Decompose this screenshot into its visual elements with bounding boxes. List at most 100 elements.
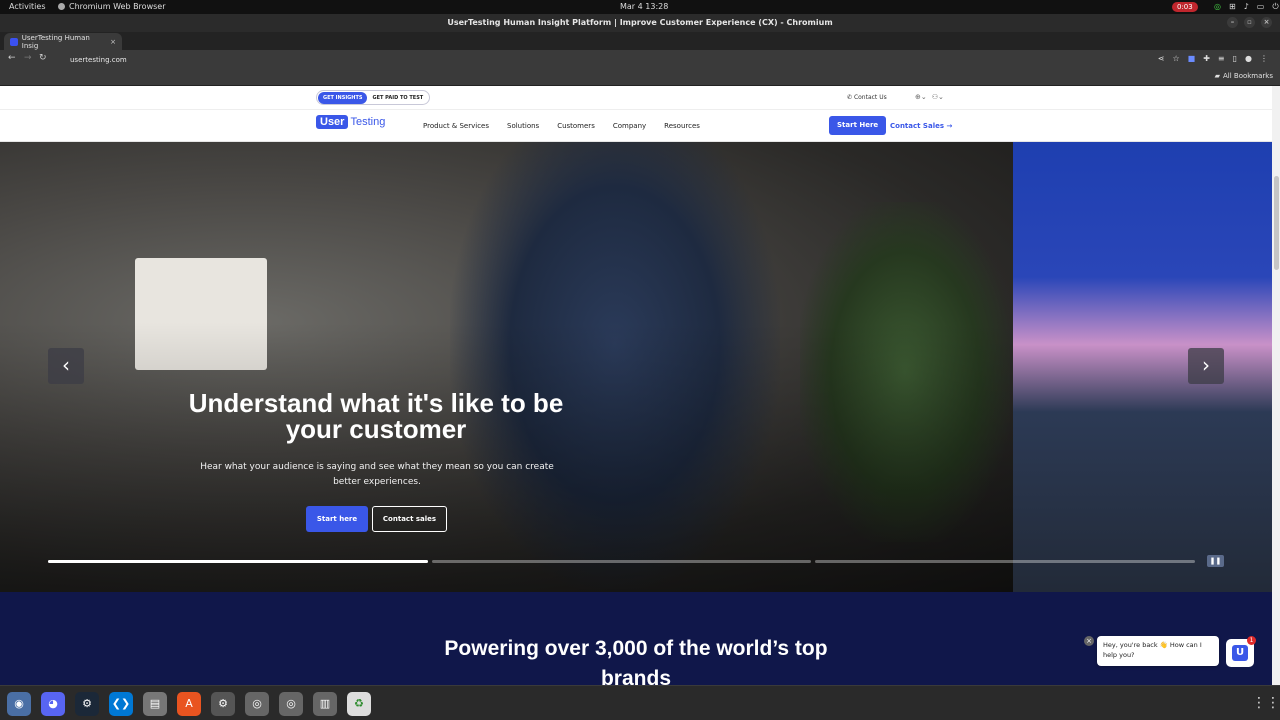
disk2-icon[interactable]: ◎ <box>279 692 303 716</box>
trash-icon[interactable]: ♻ <box>347 692 371 716</box>
os-top-bar: Activities Chromium Web Browser Mar 4 13… <box>0 0 1280 14</box>
chat-launcher[interactable]: U 1 <box>1226 636 1256 667</box>
chat-badge: 1 <box>1247 636 1256 645</box>
tab-label: UserTesting Human Insig <box>21 33 90 50</box>
app-menu[interactable]: Chromium Web Browser <box>58 2 166 11</box>
extension-icon[interactable]: ■ <box>1188 54 1196 63</box>
puzzle-icon[interactable]: ✚ <box>1203 54 1210 63</box>
address-bar[interactable]: usertesting.com <box>58 53 1158 67</box>
vscode-icon[interactable]: ❮❯ <box>109 692 133 716</box>
disk-icon[interactable]: ◎ <box>245 692 269 716</box>
chromium-dock-icon[interactable]: ◉ <box>7 692 31 716</box>
slide-progress-fill <box>48 560 428 563</box>
battery-icon: ▭ <box>1256 2 1265 11</box>
close-window-button[interactable]: × <box>1261 17 1272 28</box>
all-bookmarks-label: All Bookmarks <box>1222 72 1273 80</box>
profile-icon[interactable]: ● <box>1245 54 1252 63</box>
recording-indicator[interactable]: 0:03 <box>1172 2 1198 12</box>
contact-us-link[interactable]: ✆ Contact Us <box>847 94 887 101</box>
pause-button[interactable]: ❚❚ <box>1207 555 1224 567</box>
slide-progress-1[interactable] <box>48 560 428 563</box>
usertesting-logo[interactable]: User Testing <box>316 115 385 129</box>
page-viewport: GET INSIGHTS GET PAID TO TEST ✆ Contact … <box>0 86 1272 685</box>
bookmark-star-icon[interactable]: ☆ <box>1172 54 1179 63</box>
start-here-button[interactable]: Start Here <box>829 116 887 135</box>
language-selector[interactable]: ⊕⌄ ⚇⌄ <box>915 93 944 101</box>
logo-user: User <box>316 115 349 129</box>
maximize-button[interactable]: ▫ <box>1244 17 1255 28</box>
back-icon[interactable]: ← <box>8 53 16 63</box>
activities-button[interactable]: Activities <box>9 2 46 11</box>
account-icon[interactable]: ⚇⌄ <box>932 93 944 101</box>
prev-slide-button[interactable]: ‹ <box>48 348 84 384</box>
next-slide-preview <box>1013 142 1272 592</box>
nav-company[interactable]: Company <box>613 122 646 130</box>
chat-logo-icon: U <box>1232 645 1248 661</box>
nav-resources[interactable]: Resources <box>664 122 700 130</box>
get-insights-toggle[interactable]: GET INSIGHTS <box>318 91 368 104</box>
nav-menu: Product & Services Solutions Customers C… <box>423 122 700 130</box>
share-icon[interactable]: ⋖ <box>1158 54 1165 63</box>
utility-bar: GET INSIGHTS GET PAID TO TEST ✆ Contact … <box>0 86 1272 110</box>
hero-start-button[interactable]: Start here <box>306 506 368 532</box>
discord-icon[interactable]: ◕ <box>41 692 65 716</box>
get-paid-toggle[interactable]: GET PAID TO TEST <box>367 92 428 104</box>
accessibility-icon: ◎ <box>1214 2 1221 11</box>
side-panel-icon[interactable]: ▯ <box>1233 54 1237 63</box>
minimize-button[interactable]: – <box>1227 17 1238 28</box>
app-center-icon[interactable]: A <box>177 692 201 716</box>
chevron-right-icon: › <box>1202 353 1210 377</box>
nav-product-services[interactable]: Product & Services <box>423 122 489 130</box>
network-icon: ⊞ <box>1228 2 1236 11</box>
page-scrollbar[interactable] <box>1272 86 1280 685</box>
tab-bar: UserTesting Human Insig × + ⌄ <box>0 32 1280 78</box>
files-icon[interactable]: ▤ <box>143 692 167 716</box>
steam-icon[interactable]: ⚙ <box>75 692 99 716</box>
bookmarks-bar: ▰ All Bookmarks <box>0 70 1280 86</box>
hero-headline: Understand what it's like to be your cus… <box>188 388 564 444</box>
chat-dismiss-button[interactable]: × <box>1084 636 1094 646</box>
forward-icon[interactable]: → <box>24 53 32 63</box>
contact-sales-link[interactable]: Contact Sales → <box>890 122 952 130</box>
nav-solutions[interactable]: Solutions <box>507 122 539 130</box>
pause-icon: ❚❚ <box>1209 557 1222 565</box>
window-title: UserTesting Human Insight Platform | Imp… <box>447 18 833 27</box>
all-bookmarks[interactable]: ▰ All Bookmarks <box>1215 72 1273 80</box>
chevron-left-icon: ‹ <box>62 353 70 377</box>
power-icon: ⏻ <box>1272 2 1279 11</box>
main-nav: User Testing Product & Services Solution… <box>0 110 1272 142</box>
show-apps-icon[interactable]: ⋮⋮⋮ <box>1252 695 1280 711</box>
hero-subtext: Hear what your audience is saying and se… <box>200 462 554 487</box>
reload-icon[interactable]: ↻ <box>39 53 47 63</box>
hero-contact-button[interactable]: Contact sales <box>372 506 447 532</box>
globe-icon: ⊕⌄ <box>915 93 927 101</box>
scrollbar-thumb[interactable] <box>1274 176 1279 270</box>
volume-icon: ♪ <box>1243 2 1249 11</box>
chat-message[interactable]: Hey, you're back 👋 How can I help you? <box>1097 636 1219 666</box>
slide-progress-2[interactable] <box>432 560 811 563</box>
toolbar: ← → ↻ usertesting.com ⋖ ☆ ■ ✚ ≡ ▯ ● ⋮ <box>0 50 1280 70</box>
ssd-icon[interactable]: ▥ <box>313 692 337 716</box>
logo-testing: Testing <box>350 116 386 128</box>
clock[interactable]: Mar 4 13:28 <box>620 2 668 11</box>
contact-us-label: Contact Us <box>853 94 887 101</box>
next-slide-button[interactable]: › <box>1188 348 1224 384</box>
app-name: Chromium Web Browser <box>69 2 166 11</box>
audience-toggle[interactable]: GET INSIGHTS GET PAID TO TEST <box>316 90 431 105</box>
close-tab-icon[interactable]: × <box>110 38 116 46</box>
hero-overlay <box>0 142 1013 592</box>
slide-progress-3[interactable] <box>815 560 1195 563</box>
menu-icon[interactable]: ⋮ <box>1260 54 1268 63</box>
favicon-icon <box>10 37 18 46</box>
nav-customers[interactable]: Customers <box>557 122 595 130</box>
brands-heading: Powering over 3,000 of the world’s top b… <box>444 637 828 685</box>
brands-section: Powering over 3,000 of the world’s top b… <box>0 592 1272 685</box>
system-tray[interactable]: ◎ ⊞ ♪ ▭ ⏻ <box>1214 2 1279 12</box>
tab-usertesting[interactable]: UserTesting Human Insig × <box>4 33 122 50</box>
taskbar: ◉ ◕ ⚙ ❮❯ ▤ A ⚙ ◎ ◎ ▥ ♻ ⋮⋮⋮ <box>0 685 1280 720</box>
phone-icon: ✆ <box>847 94 854 101</box>
folder-icon: ▰ <box>1214 72 1220 80</box>
reading-list-icon[interactable]: ≡ <box>1218 54 1225 63</box>
chromium-icon <box>58 3 65 10</box>
settings-icon[interactable]: ⚙ <box>211 692 235 716</box>
